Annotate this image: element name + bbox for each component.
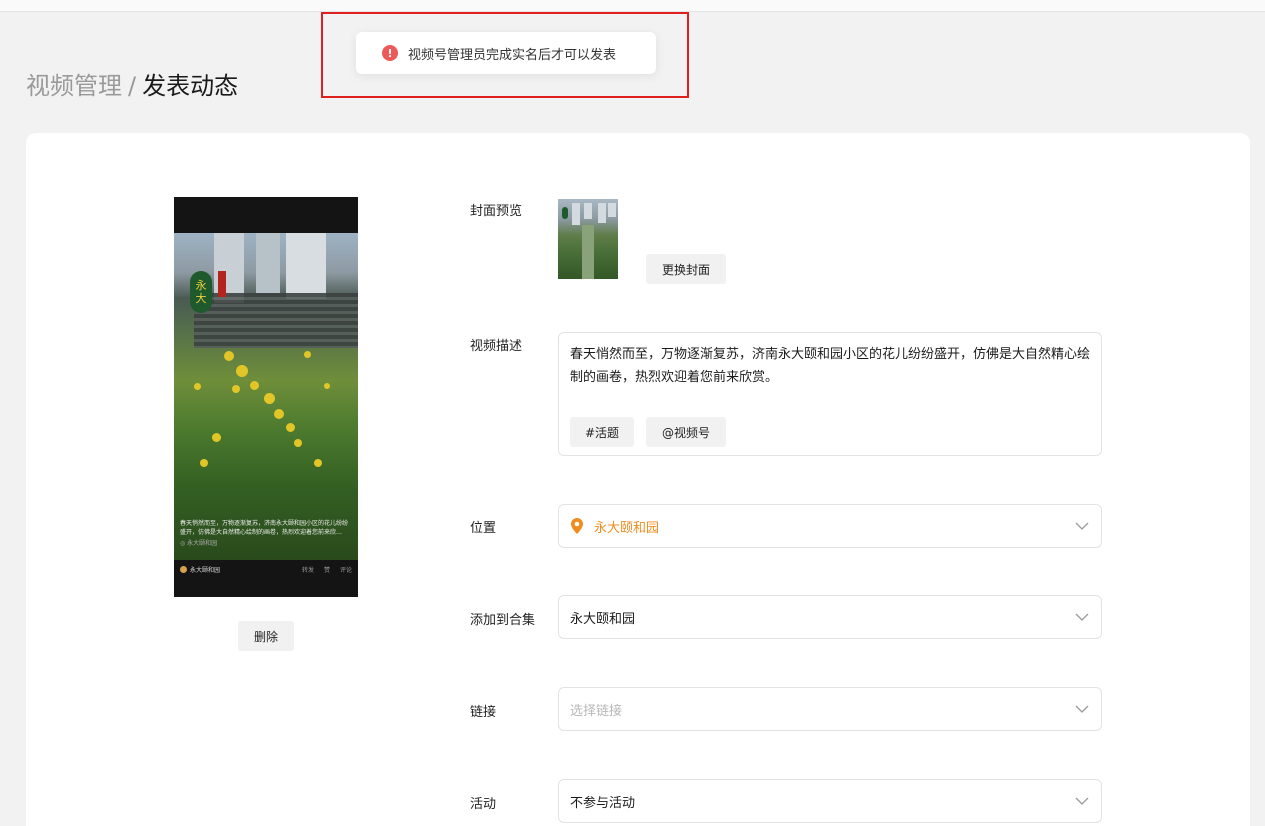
chevron-down-icon xyxy=(1075,610,1089,624)
brand-red-mark xyxy=(218,271,226,297)
chevron-down-icon xyxy=(1075,519,1089,533)
collection-label: 添加到合集 xyxy=(470,613,536,628)
breadcrumb-parent[interactable]: 视频管理 xyxy=(26,72,122,100)
link-select[interactable]: 选择链接 xyxy=(558,687,1102,731)
change-cover-button[interactable]: 更换封面 xyxy=(646,254,726,284)
breadcrumb-separator: / xyxy=(128,72,137,100)
description-textarea[interactable]: 春天悄然而至，万物逐渐复苏，济南永大颐和园小区的花儿纷纷盛开，仿佛是大自然精心绘… xyxy=(558,332,1102,456)
share-icon: 转发 xyxy=(301,566,314,574)
like-icon: 赞 xyxy=(323,566,330,574)
location-pin-icon xyxy=(570,518,584,534)
cover-label: 封面预览 xyxy=(470,204,523,219)
highlight-box xyxy=(321,12,689,98)
topic-button[interactable]: #活题 xyxy=(570,417,634,447)
link-placeholder: 选择链接 xyxy=(570,703,623,719)
preview-bottom-bar: 永大颐和园 转发 赞 评论 xyxy=(174,559,358,579)
location-value: 永大颐和园 xyxy=(594,520,660,536)
description-text: 春天悄然而至，万物逐渐复苏，济南永大颐和园小区的花儿纷纷盛开，仿佛是大自然精心绘… xyxy=(570,347,1091,385)
link-label: 链接 xyxy=(470,705,497,720)
avatar xyxy=(180,565,187,573)
location-label: 位置 xyxy=(470,521,497,536)
activity-select[interactable]: 不参与活动 xyxy=(558,779,1102,823)
collection-select[interactable]: 永大颐和园 xyxy=(558,595,1102,639)
chevron-down-icon xyxy=(1075,702,1089,716)
video-frame: 永大 xyxy=(174,233,358,560)
preview-caption: 春天悄然而至，万物逐渐复苏，济南永大颐和园小区的花儿纷纷盛开，仿佛是大自然精心绘… xyxy=(180,520,349,547)
description-label: 视频描述 xyxy=(470,339,523,354)
mention-button[interactable]: @视频号 xyxy=(646,417,726,447)
page-title: 发表动态 xyxy=(142,72,239,100)
video-preview[interactable]: 永大 春天悄然而至，万物逐渐复苏，济南永大颐和园小区的花儿纷纷盛开，仿佛是大自然… xyxy=(174,197,358,597)
preview-account-name: 永大颐和园 xyxy=(190,566,221,574)
chevron-down-icon xyxy=(1075,794,1089,808)
comment-icon: 评论 xyxy=(339,566,352,574)
collection-value: 永大颐和园 xyxy=(570,611,636,627)
activity-value: 不参与活动 xyxy=(570,795,636,811)
activity-label: 活动 xyxy=(470,797,497,812)
location-select[interactable]: 永大颐和园 xyxy=(558,504,1102,548)
breadcrumb: 视频管理 / 发表动态 xyxy=(26,70,238,102)
brand-logo-badge: 永大 xyxy=(190,271,212,313)
delete-button[interactable]: 删除 xyxy=(238,621,294,651)
cover-thumbnail xyxy=(558,199,618,279)
top-bar xyxy=(0,0,1265,12)
